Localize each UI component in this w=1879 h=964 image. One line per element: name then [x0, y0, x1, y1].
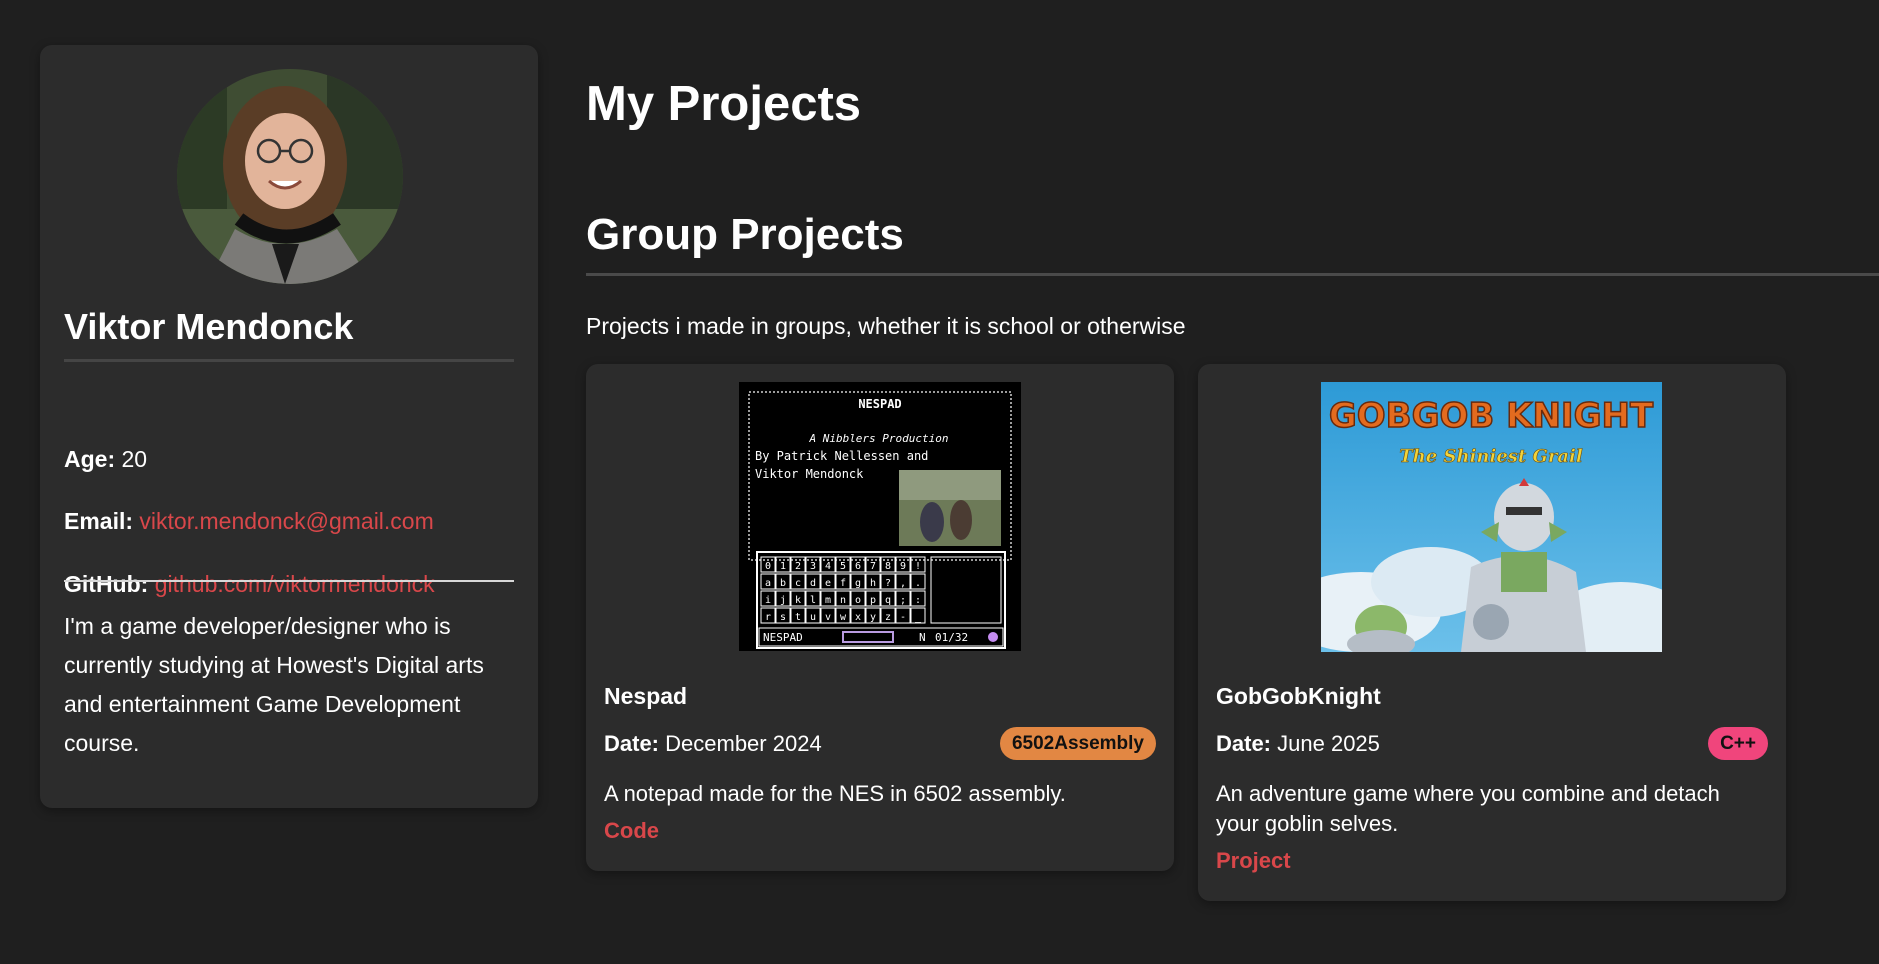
email-row: Email: viktor.mendonck@gmail.com — [64, 507, 434, 535]
github-link[interactable]: github.com/viktormendonck — [155, 571, 435, 597]
nespad-key: t — [795, 612, 801, 623]
nespad-key: _ — [915, 612, 922, 623]
nespad-key: , — [900, 578, 906, 589]
nespad-key: 2 — [795, 561, 801, 572]
nespad-key: ? — [885, 578, 891, 589]
nespad-screenshot: NESPAD A Nibblers Production By Patrick … — [739, 382, 1021, 651]
email-link[interactable]: viktor.mendonck@gmail.com — [139, 508, 433, 534]
nespad-key: . — [915, 578, 921, 589]
profile-card: Viktor Mendonck Age: 20 Email: viktor.me… — [40, 45, 538, 808]
profile-name: Viktor Mendonck — [64, 306, 354, 347]
nespad-key: l — [810, 595, 816, 606]
nespad-key: u — [810, 612, 816, 623]
gobgobknight-cover-icon: GOBGOB KNIGHT The Shiniest Grail — [1321, 382, 1662, 652]
project-description: An adventure game where you combine and … — [1216, 781, 1720, 836]
nespad-key: 8 — [885, 561, 891, 572]
info-divider — [64, 580, 514, 582]
nespad-key: m — [825, 595, 831, 606]
nespad-title: NESPAD — [858, 397, 901, 411]
nespad-key: j — [780, 595, 786, 606]
nespad-key: g — [855, 578, 861, 589]
nespad-line3: Viktor Mendonck — [755, 467, 864, 481]
project-title: Nespad — [604, 683, 688, 709]
nespad-key: f — [840, 578, 846, 589]
nespad-key: 7 — [870, 561, 876, 572]
age-value: 20 — [121, 446, 148, 472]
nespad-line1: A Nibblers Production — [808, 432, 948, 445]
nespad-key: x — [855, 612, 861, 623]
nespad-key: 3 — [810, 561, 816, 572]
nespad-key: a — [765, 578, 771, 589]
language-badge: 6502Assembly — [999, 727, 1156, 760]
project-date: Date: June 2025 — [1216, 730, 1380, 758]
nespad-key: w — [840, 612, 847, 623]
nespad-key: o — [855, 595, 861, 606]
page: Viktor Mendonck Age: 20 Email: viktor.me… — [0, 0, 1879, 964]
page-title: My Projects — [586, 77, 862, 131]
nespad-status-mode: N — [919, 631, 926, 644]
project-card-gobgobknight: GOBGOB KNIGHT The Shiniest Grail GobGobK… — [1198, 364, 1786, 901]
nespad-key: r — [765, 612, 771, 623]
nespad-key: i — [765, 595, 771, 606]
date-value: December 2024 — [665, 731, 822, 756]
project-date: Date: December 2024 — [604, 730, 822, 758]
nespad-key: d — [810, 578, 816, 589]
nespad-key: ! — [915, 561, 921, 572]
project-description: A notepad made for the NES in 6502 assem… — [604, 781, 1066, 806]
project-card-nespad: NESPAD A Nibblers Production By Patrick … — [586, 364, 1174, 871]
language-badge: C++ — [1708, 727, 1768, 760]
project-title: GobGobKnight — [1216, 683, 1381, 709]
age-row: Age: 20 — [64, 445, 147, 473]
nespad-status-page: 01/32 — [935, 631, 968, 644]
section-divider — [586, 273, 1879, 276]
nespad-key: n — [840, 595, 846, 606]
nespad-key: y — [870, 612, 876, 623]
name-divider — [64, 359, 514, 362]
nespad-key: b — [780, 578, 786, 589]
date-label: Date: — [604, 731, 660, 756]
person-portrait-icon — [177, 69, 403, 284]
date-label: Date: — [1216, 731, 1272, 756]
nespad-screen-icon: NESPAD A Nibblers Production By Patrick … — [739, 382, 1021, 651]
nespad-key: s — [780, 612, 786, 623]
age-label: Age: — [64, 446, 116, 472]
cover-subtitle: The Shiniest Grail — [1399, 446, 1583, 467]
nespad-key: v — [825, 612, 831, 623]
nespad-line2: By Patrick Nellessen and — [755, 449, 928, 463]
nespad-key: 6 — [855, 561, 861, 572]
nespad-key: k — [795, 595, 801, 606]
nespad-key: : — [915, 595, 921, 606]
nespad-status-name: NESPAD — [763, 631, 803, 644]
github-label: GitHub: — [64, 571, 149, 597]
nespad-key: c — [795, 578, 801, 589]
email-label: Email: — [64, 508, 134, 534]
nespad-key: 5 — [840, 561, 846, 572]
nespad-key: ; — [900, 595, 906, 606]
nespad-key: q — [885, 595, 891, 606]
nespad-key: 0 — [765, 561, 771, 572]
nespad-key: h — [870, 578, 876, 589]
nespad-key: z — [885, 612, 891, 623]
nespad-key: p — [870, 595, 876, 606]
project-link[interactable]: Project — [1216, 847, 1291, 875]
nespad-key: - — [900, 612, 906, 623]
avatar — [177, 69, 403, 284]
cover-title: GOBGOB KNIGHT — [1329, 396, 1654, 436]
github-row: GitHub: github.com/viktormendonck — [64, 570, 435, 598]
date-value: June 2025 — [1277, 731, 1380, 756]
code-link[interactable]: Code — [604, 817, 659, 845]
nespad-key: 4 — [825, 561, 831, 572]
nespad-key: 1 — [780, 561, 786, 572]
nespad-key: 9 — [900, 561, 906, 572]
gobgobknight-cover: GOBGOB KNIGHT The Shiniest Grail — [1321, 382, 1662, 652]
section-title: Group Projects — [586, 210, 904, 259]
section-description: Projects i made in groups, whether it is… — [586, 313, 1186, 339]
bio-text: I'm a game developer/designer who is cur… — [64, 613, 484, 756]
nespad-key: e — [825, 578, 831, 589]
